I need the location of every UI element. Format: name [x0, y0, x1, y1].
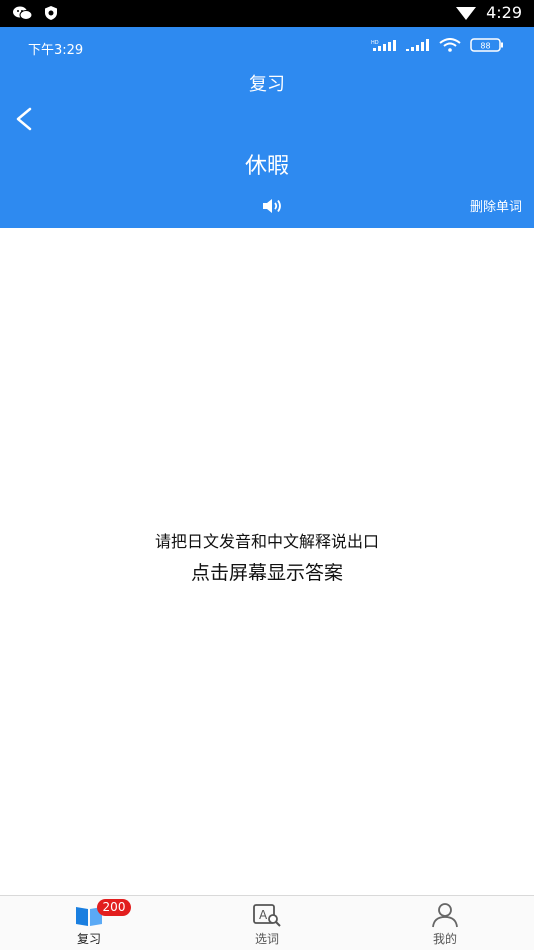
- system-status-bar: 4:29: [0, 0, 534, 27]
- signal-icon: [406, 39, 429, 51]
- svg-text:HD: HD: [371, 40, 379, 46]
- tab-profile[interactable]: 我的: [356, 896, 534, 950]
- system-time: 4:29: [486, 3, 522, 22]
- shield-icon: [45, 6, 57, 20]
- signal-hd-icon: HD: [371, 40, 396, 51]
- tab-profile-label: 我的: [432, 932, 457, 946]
- svg-text:A: A: [259, 908, 268, 922]
- bottom-tab-bar: 200 复习 A 选词 我的: [0, 895, 534, 950]
- wifi-icon: [439, 38, 461, 52]
- user-icon: [432, 903, 458, 928]
- tab-select-words-label: 选词: [254, 932, 279, 946]
- answer-reveal-area[interactable]: 请把日文发音和中文解释说出口 点击屏幕显示答案: [0, 228, 534, 895]
- search-word-icon: A: [253, 904, 281, 927]
- tab-review[interactable]: 200 复习: [0, 896, 178, 950]
- study-word: 休暇: [244, 154, 289, 179]
- instruction-text: 请把日文发音和中文解释说出口: [154, 532, 379, 551]
- phone-status-icons: HD 88: [371, 38, 504, 52]
- wechat-icon: [13, 6, 33, 20]
- app-header: 下午3:29 HD 88 复习 休暇 删除单词: [0, 27, 534, 228]
- battery-level: 88: [480, 42, 490, 51]
- wifi-signal-icon: [456, 6, 477, 20]
- page-title: 复习: [249, 74, 285, 95]
- battery-icon: 88: [470, 38, 503, 52]
- review-count-badge: 200: [97, 899, 131, 916]
- tab-select-words[interactable]: A 选词: [178, 896, 356, 950]
- tab-review-label: 复习: [76, 932, 101, 946]
- tap-hint-text: 点击屏幕显示答案: [190, 562, 343, 584]
- phone-time: 下午3:29: [28, 43, 84, 58]
- back-arrow-icon[interactable]: [12, 105, 36, 133]
- speaker-icon[interactable]: [262, 197, 284, 215]
- delete-word-button[interactable]: 删除单词: [470, 196, 522, 215]
